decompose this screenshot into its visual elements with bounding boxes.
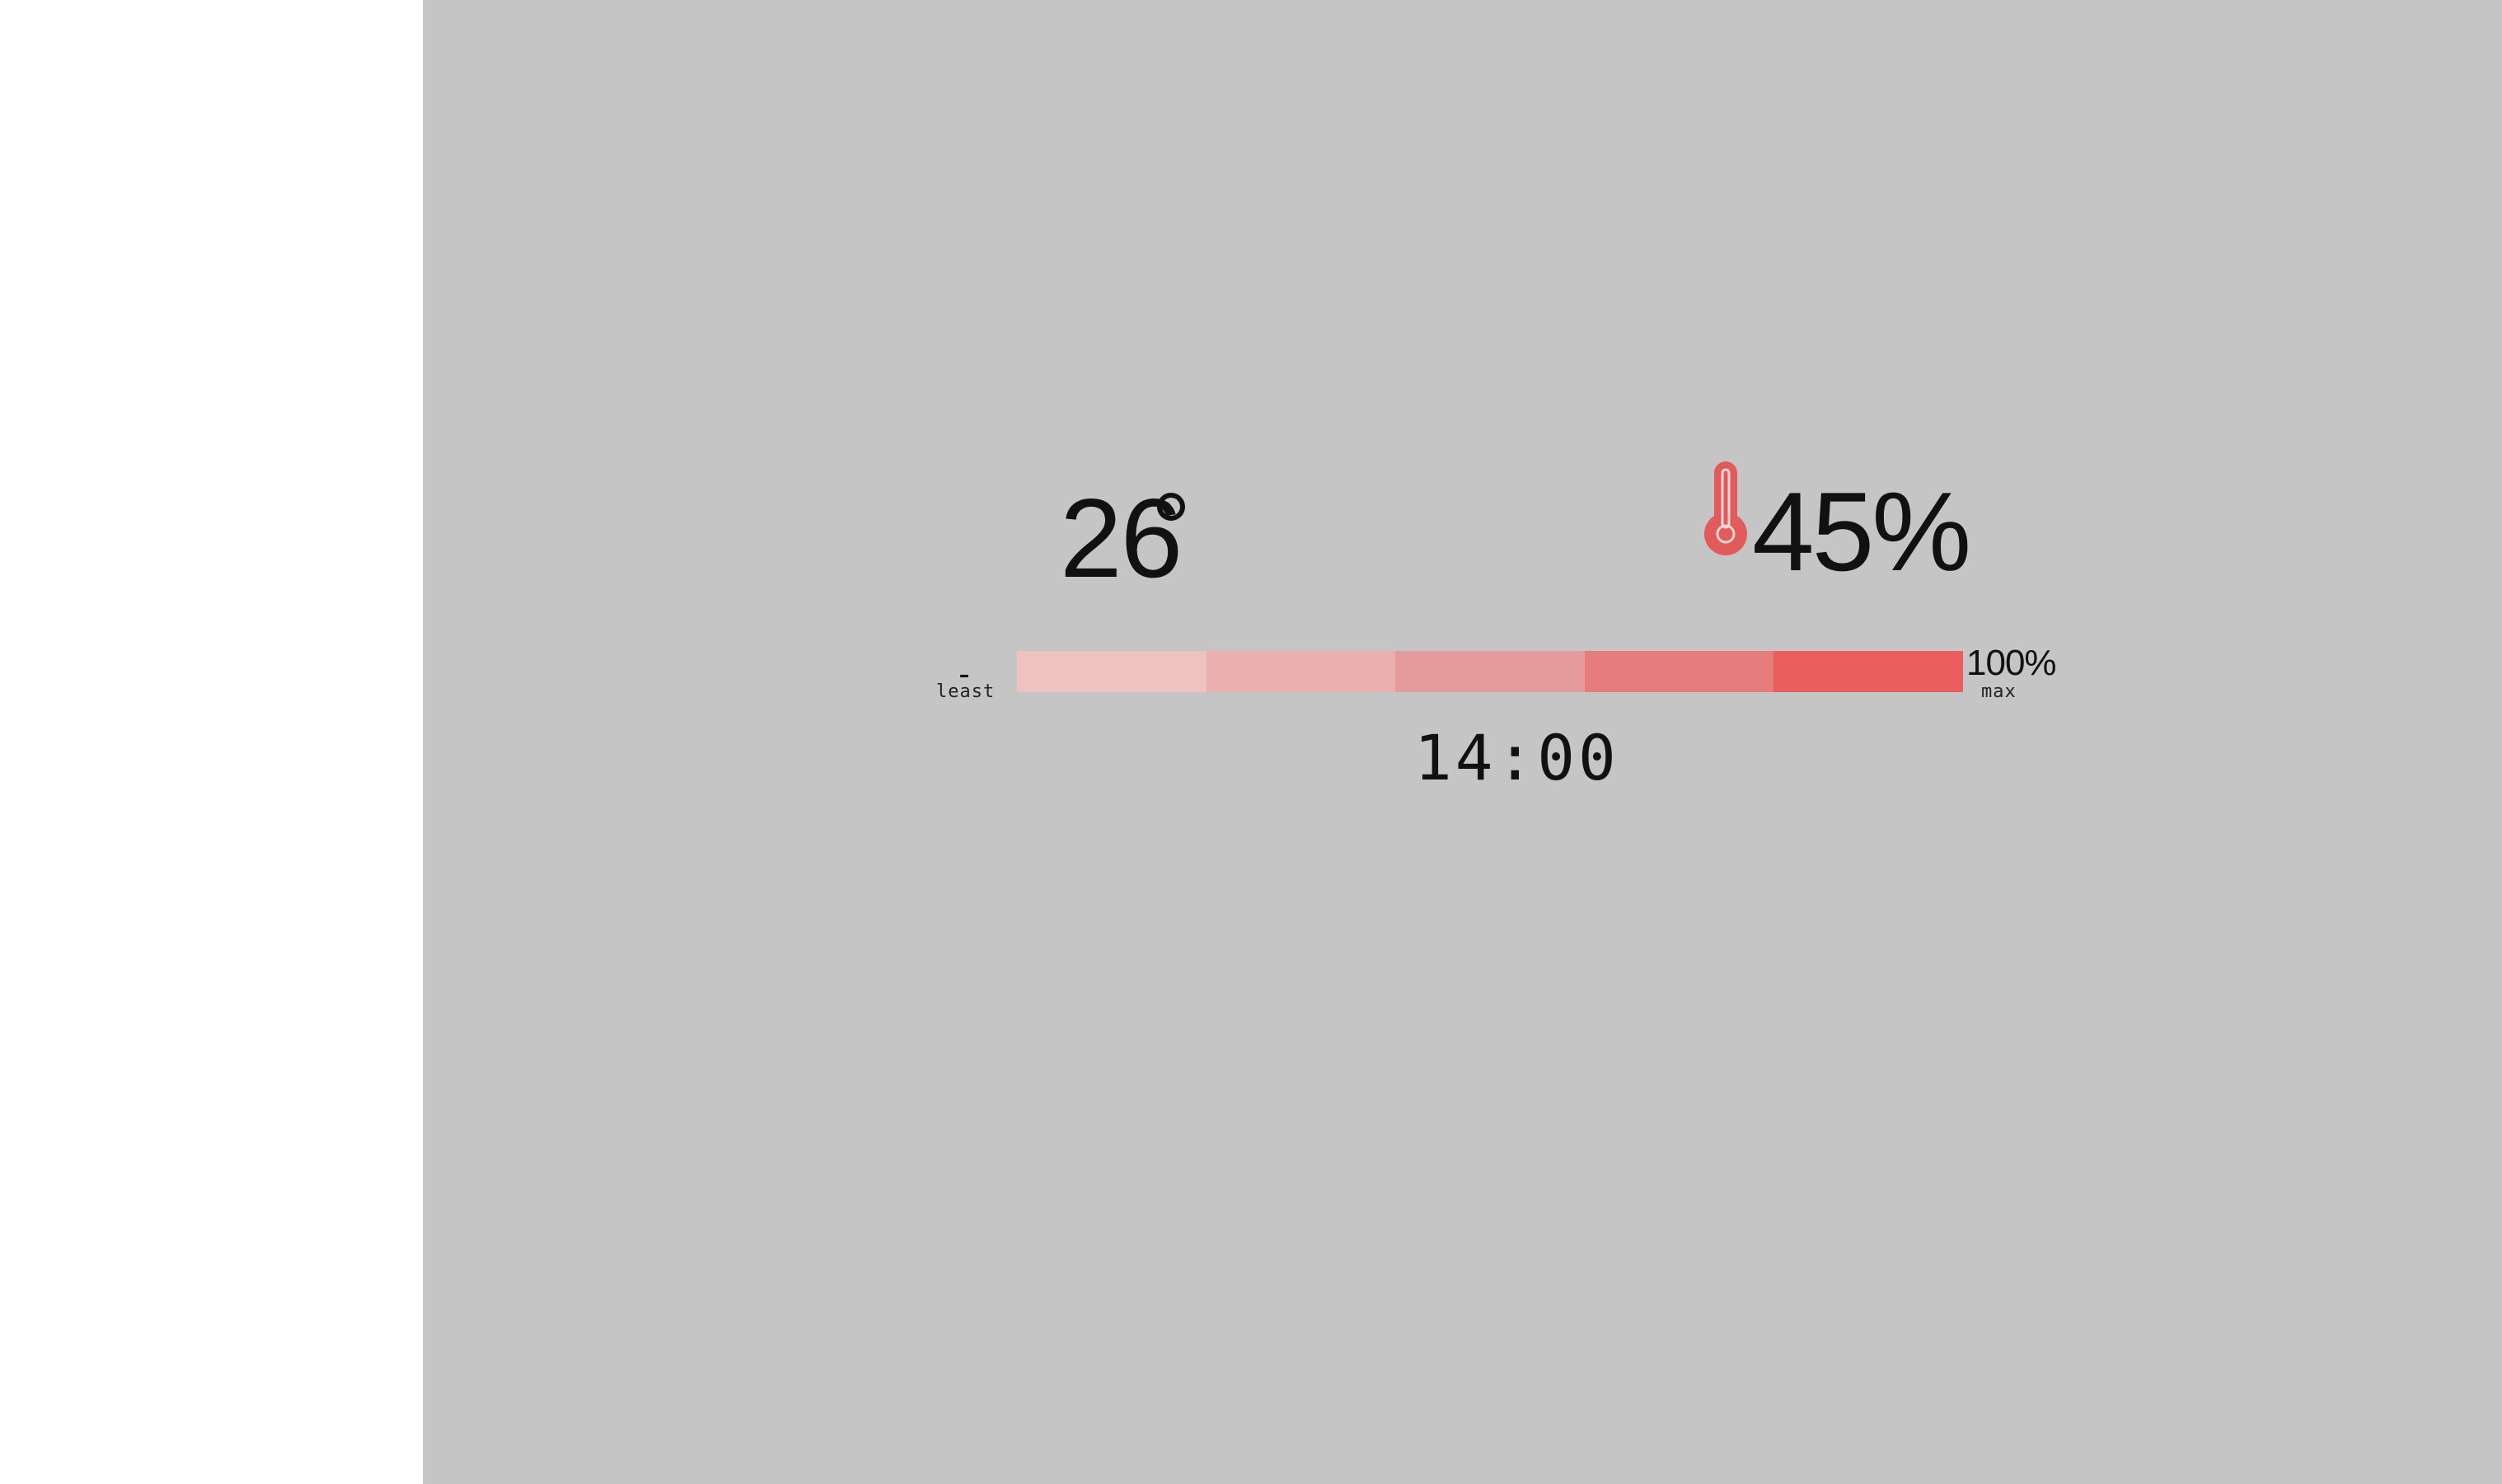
blank-margin (0, 0, 423, 1484)
scale-min-caption: least (936, 681, 996, 702)
scale-segment-3 (1395, 651, 1585, 692)
screen: 26 45% - least 100% max 14:00 (0, 0, 2502, 1484)
scale-segment-1 (1017, 651, 1206, 692)
level-percentage: 45% (1752, 469, 1971, 594)
degree-symbol (1157, 493, 1185, 521)
scale-segment-4 (1584, 651, 1774, 692)
time-display: 14:00 (1414, 721, 1619, 794)
scale-segment-2 (1206, 651, 1396, 692)
scale-segment-5 (1773, 651, 1963, 692)
scale-max-caption: max (1981, 681, 2017, 702)
scale-max-label: 100% (1966, 643, 2057, 683)
thermometer-icon (1704, 461, 1747, 555)
level-scale-bar (1017, 651, 1963, 692)
